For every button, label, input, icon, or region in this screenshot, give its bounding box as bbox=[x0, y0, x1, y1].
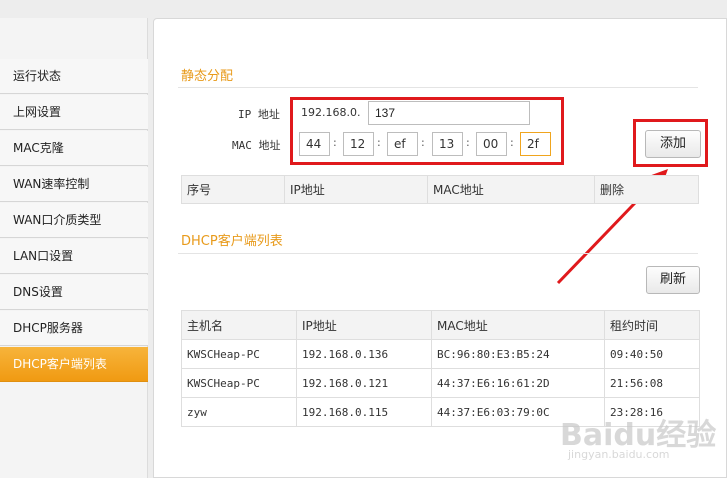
sidebar-item-lan[interactable]: LAN口设置 bbox=[0, 239, 148, 274]
col-header-ip: IP地址 bbox=[284, 175, 428, 204]
static-table: 序号 IP地址 MAC地址 删除 bbox=[181, 175, 699, 204]
sidebar-item-wan-medium[interactable]: WAN口介质类型 bbox=[0, 203, 148, 238]
cell-ip: 192.168.0.136 bbox=[296, 339, 432, 369]
static-section-title: 静态分配 bbox=[181, 69, 234, 84]
sidebar-item-internet[interactable]: 上网设置 bbox=[0, 95, 148, 130]
add-button[interactable]: 添加 bbox=[645, 130, 701, 158]
sidebar-item-status[interactable]: 运行状态 bbox=[0, 59, 148, 94]
ip-label: IP 地址 bbox=[238, 108, 280, 121]
cell-ip: 192.168.0.115 bbox=[296, 397, 432, 427]
cell-lease: 09:40:50 bbox=[604, 339, 700, 369]
col-header-lease: 租约时间 bbox=[604, 310, 700, 340]
table-row: KWSCHeap-PC 192.168.0.121 44:37:E6:16:61… bbox=[181, 368, 700, 398]
cell-host: KWSCHeap-PC bbox=[181, 368, 297, 398]
divider bbox=[178, 87, 698, 88]
col-header-ip: IP地址 bbox=[296, 310, 432, 340]
watermark-url: jingyan.baidu.com bbox=[568, 448, 670, 461]
col-header-mac: MAC地址 bbox=[427, 175, 595, 204]
sidebar-item-wan-rate[interactable]: WAN速率控制 bbox=[0, 167, 148, 202]
table-row: KWSCHeap-PC 192.168.0.136 BC:96:80:E3:B5… bbox=[181, 339, 700, 369]
col-header-host: 主机名 bbox=[181, 310, 297, 340]
refresh-button[interactable]: 刷新 bbox=[646, 266, 700, 294]
cell-host: KWSCHeap-PC bbox=[181, 339, 297, 369]
baidu-watermark-logo: Baidu经验 jingyan.baidu.com bbox=[560, 410, 720, 470]
annotation-box bbox=[290, 97, 564, 165]
col-header-mac: MAC地址 bbox=[431, 310, 605, 340]
sidebar-item-dhcp-clients[interactable]: DHCP客户端列表 bbox=[0, 347, 148, 382]
sidebar: 运行状态 上网设置 MAC克隆 WAN速率控制 WAN口介质类型 LAN口设置 … bbox=[0, 18, 148, 478]
cell-host: zyw bbox=[181, 397, 297, 427]
sidebar-item-dns[interactable]: DNS设置 bbox=[0, 275, 148, 310]
divider bbox=[178, 253, 698, 254]
clients-section-title: DHCP客户端列表 bbox=[181, 234, 283, 249]
cell-mac: BC:96:80:E3:B5:24 bbox=[431, 339, 605, 369]
col-header-index: 序号 bbox=[181, 175, 285, 204]
cell-lease: 21:56:08 bbox=[604, 368, 700, 398]
sidebar-item-mac-clone[interactable]: MAC克隆 bbox=[0, 131, 148, 166]
cell-ip: 192.168.0.121 bbox=[296, 368, 432, 398]
cell-mac: 44:37:E6:16:61:2D bbox=[431, 368, 605, 398]
col-header-delete: 删除 bbox=[594, 175, 699, 204]
sidebar-item-dhcp-server[interactable]: DHCP服务器 bbox=[0, 311, 148, 346]
mac-label: MAC 地址 bbox=[232, 139, 281, 152]
